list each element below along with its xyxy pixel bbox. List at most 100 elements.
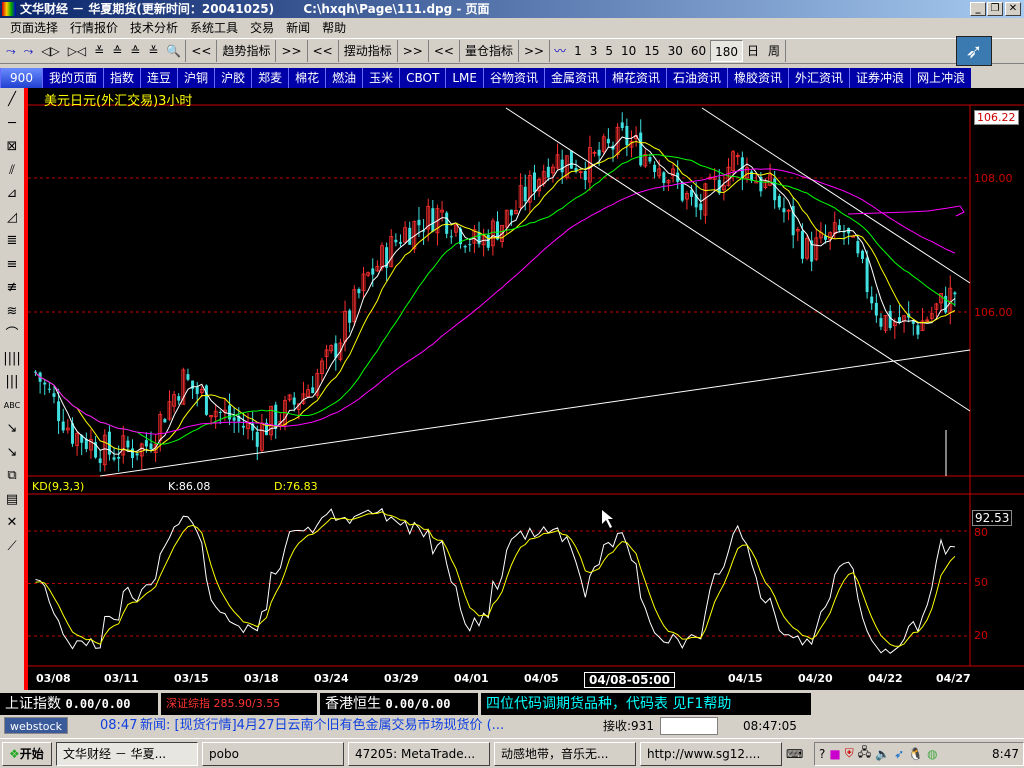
tab-3[interactable]: 连豆 bbox=[140, 68, 178, 88]
shrink-icon[interactable]: ▷◁ bbox=[64, 40, 90, 62]
oscillator-prev-button[interactable]: << bbox=[308, 40, 339, 62]
menu-help[interactable]: 帮助 bbox=[316, 18, 352, 38]
volume-prev-button[interactable]: << bbox=[429, 40, 460, 62]
chart-area[interactable]: 美元日元(外汇交易)3小时 MA5:106.11 MA10:105.96 MA2… bbox=[24, 88, 1024, 690]
bird-tray-icon[interactable]: ➶ bbox=[894, 747, 904, 761]
period-3[interactable]: 3 bbox=[586, 40, 602, 62]
drawing-tool-11-icon[interactable]: |||| bbox=[3, 347, 21, 371]
network-tray-icon[interactable]: 🖧 bbox=[858, 743, 871, 764]
keyboard-icon[interactable]: ⌨ bbox=[786, 747, 806, 761]
drawing-tool-15-icon[interactable]: ↘ bbox=[7, 441, 18, 465]
restore-button[interactable]: ❐ bbox=[987, 2, 1003, 16]
align3-icon[interactable]: ≙ bbox=[126, 40, 144, 62]
drawing-tool-7-icon[interactable]: ≡ bbox=[7, 253, 18, 277]
tab-17[interactable]: 外汇资讯 bbox=[788, 68, 850, 88]
drawing-tool-17-icon[interactable]: ▤ bbox=[6, 488, 18, 512]
minimize-button[interactable]: _ bbox=[970, 2, 986, 16]
drawing-tool-8-icon[interactable]: ≢ bbox=[7, 276, 18, 300]
period-5[interactable]: 5 bbox=[601, 40, 617, 62]
drawing-tool-0-icon[interactable]: ╱ bbox=[8, 88, 16, 112]
tab-8[interactable]: 燃油 bbox=[325, 68, 363, 88]
hk-index[interactable]: 香港恒生 0.00/0.00 bbox=[320, 693, 478, 715]
expand-icon[interactable]: ◁▷ bbox=[37, 40, 63, 62]
trend-prev-button[interactable]: << bbox=[186, 40, 218, 62]
menu-trade[interactable]: 交易 bbox=[244, 18, 280, 38]
close-button[interactable]: ✕ bbox=[1005, 2, 1021, 16]
drawing-tool-6-icon[interactable]: ≣ bbox=[7, 229, 18, 253]
volume-indicator-button[interactable]: 量仓指标 bbox=[460, 40, 519, 62]
shield-tray-icon[interactable]: ⛨ bbox=[845, 746, 854, 761]
help-tray-icon[interactable]: ? bbox=[819, 747, 825, 761]
sh-index[interactable]: 上证指数 0.00/0.00 bbox=[0, 693, 158, 715]
period-30[interactable]: 30 bbox=[664, 40, 687, 62]
align2-icon[interactable]: ≙ bbox=[108, 40, 126, 62]
sz-index[interactable]: 深证综指 285.90/3.55 bbox=[161, 693, 317, 715]
tab-0[interactable]: 900 bbox=[0, 68, 42, 88]
tab-9[interactable]: 玉米 bbox=[362, 68, 400, 88]
period-week[interactable]: 周 bbox=[763, 40, 787, 62]
menu-tech-analysis[interactable]: 技术分析 bbox=[124, 18, 184, 38]
drawing-tool-4-icon[interactable]: ⊿ bbox=[7, 182, 18, 206]
tab-12[interactable]: 谷物资讯 bbox=[482, 68, 544, 88]
tab-10[interactable]: CBOT bbox=[399, 68, 446, 88]
tab-6[interactable]: 郑麦 bbox=[251, 68, 289, 88]
start-button[interactable]: ❖开始 bbox=[2, 741, 52, 766]
align4-icon[interactable]: ≚ bbox=[144, 40, 162, 62]
qq-tray-icon[interactable]: 🐧 bbox=[908, 747, 923, 761]
drawing-tool-5-icon[interactable]: ◿ bbox=[7, 206, 17, 230]
drawing-tool-1-icon[interactable]: ─ bbox=[8, 112, 16, 136]
globe-tray-icon[interactable]: ◍ bbox=[927, 747, 937, 761]
tab-13[interactable]: 金属资讯 bbox=[543, 68, 605, 88]
tab-4[interactable]: 沪铜 bbox=[177, 68, 215, 88]
period-day[interactable]: 日 bbox=[743, 40, 763, 62]
task-browser-1[interactable]: 动感地带，音乐无... bbox=[494, 741, 636, 766]
tab-2[interactable]: 指数 bbox=[103, 68, 141, 88]
task-browser-2[interactable]: http://www.sg12.... bbox=[640, 741, 782, 766]
tab-16[interactable]: 橡胶资讯 bbox=[727, 68, 789, 88]
drawing-tool-13-icon[interactable]: ABC bbox=[4, 394, 20, 418]
tab-18[interactable]: 证券冲浪 bbox=[849, 68, 911, 88]
drawing-tool-3-icon[interactable]: ⫽ bbox=[9, 159, 15, 183]
period-15[interactable]: 15 bbox=[640, 40, 663, 62]
receive-input[interactable] bbox=[660, 717, 718, 735]
zoom-icon[interactable]: 🔍 bbox=[162, 40, 187, 62]
line-chart-icon[interactable]: 〰 bbox=[550, 40, 570, 62]
news-ticker[interactable]: 新闻: [现货行情]4月27日云南个旧有色金属交易市场现货价 (... bbox=[140, 715, 504, 737]
draw-line2-icon[interactable]: ⤳ bbox=[20, 40, 38, 62]
align1-icon[interactable]: ≚ bbox=[90, 40, 108, 62]
menu-system-tools[interactable]: 系统工具 bbox=[184, 18, 244, 38]
volume-tray-icon[interactable]: 🔈 bbox=[875, 747, 890, 761]
drawing-tool-10-icon[interactable]: ⌒ bbox=[5, 323, 18, 347]
draw-line-icon[interactable]: ⤳ bbox=[2, 40, 20, 62]
tab-19[interactable]: 网上冲浪 bbox=[910, 68, 972, 88]
oscillator-next-button[interactable]: >> bbox=[398, 40, 429, 62]
menu-quotes[interactable]: 行情报价 bbox=[64, 18, 124, 38]
tab-14[interactable]: 棉花资讯 bbox=[604, 68, 666, 88]
drawing-tool-14-icon[interactable]: ↘ bbox=[7, 417, 18, 441]
tab-7[interactable]: 棉花 bbox=[288, 68, 326, 88]
volume-next-button[interactable]: >> bbox=[519, 40, 551, 62]
drawing-tool-19-icon[interactable]: ⟋ bbox=[7, 535, 16, 559]
drawing-tool-9-icon[interactable]: ≋ bbox=[7, 300, 18, 324]
drawing-tool-18-icon[interactable]: ✕ bbox=[7, 511, 18, 535]
menu-news[interactable]: 新闻 bbox=[280, 18, 316, 38]
drawing-tool-12-icon[interactable]: ||| bbox=[5, 370, 18, 394]
period-10[interactable]: 10 bbox=[617, 40, 640, 62]
tab-11[interactable]: LME bbox=[445, 68, 483, 88]
task-pobo[interactable]: pobo bbox=[202, 741, 344, 766]
period-180[interactable]: 180 bbox=[710, 40, 744, 62]
period-1[interactable]: 1 bbox=[570, 40, 586, 62]
oscillator-indicator-button[interactable]: 摆动指标 bbox=[339, 40, 398, 62]
drawing-tool-2-icon[interactable]: ⊠ bbox=[7, 135, 18, 159]
app-tray-icon[interactable]: ■ bbox=[829, 747, 840, 761]
trend-next-button[interactable]: >> bbox=[276, 40, 308, 62]
trend-indicator-button[interactable]: 趋势指标 bbox=[217, 40, 277, 62]
tab-5[interactable]: 沪胶 bbox=[214, 68, 252, 88]
task-wenhua[interactable]: 文华财经 － 华夏... bbox=[56, 741, 198, 766]
task-metatrader[interactable]: 47205: MetaTrade... bbox=[348, 741, 490, 766]
tab-1[interactable]: 我的页面 bbox=[42, 68, 104, 88]
period-60[interactable]: 60 bbox=[687, 40, 710, 62]
drawing-tool-16-icon[interactable]: ⧉ bbox=[7, 464, 16, 488]
menu-page-select[interactable]: 页面选择 bbox=[4, 18, 64, 38]
tab-15[interactable]: 石油资讯 bbox=[666, 68, 728, 88]
